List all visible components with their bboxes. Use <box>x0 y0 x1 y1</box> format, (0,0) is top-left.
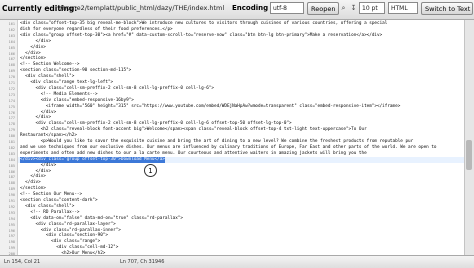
line-number: 176 <box>8 110 15 115</box>
line-number: 182 <box>8 145 15 150</box>
line-number: 189 <box>8 187 15 192</box>
line-number: 179 <box>8 128 15 133</box>
line-number: 181 <box>8 140 15 144</box>
line-number: 199 <box>8 246 15 251</box>
line-number: 170 <box>8 75 15 80</box>
line-number: 174 <box>8 98 15 103</box>
code-area[interactable]: <div class="offset-top-35 big reveal-me-… <box>18 20 464 255</box>
line-number: 164 <box>8 39 15 44</box>
syntax-mode-select[interactable]: HTML <box>388 2 418 14</box>
vertical-scrollbar[interactable] <box>464 20 474 255</box>
line-number: 166 <box>8 51 15 56</box>
switch-to-text-editor-button[interactable]: Switch to Text Editor <box>421 2 473 15</box>
line-number: 173 <box>8 92 15 97</box>
search-icon[interactable]: ⌕ <box>339 3 348 13</box>
status-bar: Ln 154, Col 21 Ln 707, Ch 31946 <box>0 255 474 268</box>
line-number: 177 <box>8 116 15 121</box>
code-line[interactable]: <iframe width="560" height="315" src="ht… <box>20 104 400 110</box>
document-stats: Ln 707, Ch 31946 <box>120 259 165 265</box>
line-number: 172 <box>8 86 15 91</box>
line-number: 180 <box>8 134 15 139</box>
line-number: 171 <box>8 81 15 85</box>
line-number: 186 <box>8 169 15 174</box>
line-number: 175 <box>8 104 15 109</box>
line-number: 161 <box>8 22 15 26</box>
line-number: 188 <box>8 181 15 186</box>
line-number: 190 <box>8 193 15 198</box>
encoding-label: Encoding <box>232 4 269 12</box>
reopen-button[interactable]: Reopen <box>307 2 340 15</box>
encoding-select[interactable]: utf-8 <box>270 2 304 14</box>
line-number: 195 <box>8 222 15 227</box>
line-number: 169 <box>8 69 15 74</box>
line-number: 191 <box>8 199 15 203</box>
line-number: 196 <box>8 228 15 233</box>
line-number: 168 <box>8 63 15 68</box>
line-number: 165 <box>8 45 15 50</box>
cursor-position: Ln 154, Col 21 <box>4 259 41 265</box>
line-number: 194 <box>8 216 15 221</box>
goto-line-icon[interactable]: ↧ <box>349 3 358 13</box>
line-number: 162 <box>8 27 15 32</box>
scrollbar-thumb[interactable] <box>466 140 472 170</box>
line-number: 187 <box>8 175 15 180</box>
line-number: 178 <box>8 122 15 127</box>
line-number: 183 <box>8 151 15 156</box>
line-number: 197 <box>8 234 15 239</box>
font-size-select[interactable]: 10 pt <box>359 2 385 14</box>
line-number: 167 <box>8 57 15 62</box>
line-number: 185 <box>8 163 15 168</box>
editor-toolbar: Currently editing: /home2/templatt/publi… <box>0 0 474 20</box>
line-number: 193 <box>8 210 15 215</box>
line-number: 184 <box>8 157 15 162</box>
line-number: 163 <box>8 33 15 38</box>
line-number-gutter: 161 162 163 164 165 166 167 168 169 170 171 172 173 1… <box>0 20 18 256</box>
file-path: /home2/templatt/public_html/dazy/THE/ind… <box>60 4 225 12</box>
line-number: 198 <box>8 240 15 245</box>
code-line[interactable]: <div class="group offset-top-30"><a href… <box>20 33 382 39</box>
line-number: 192 <box>8 204 15 209</box>
annotation-badge: 1 <box>144 164 157 177</box>
